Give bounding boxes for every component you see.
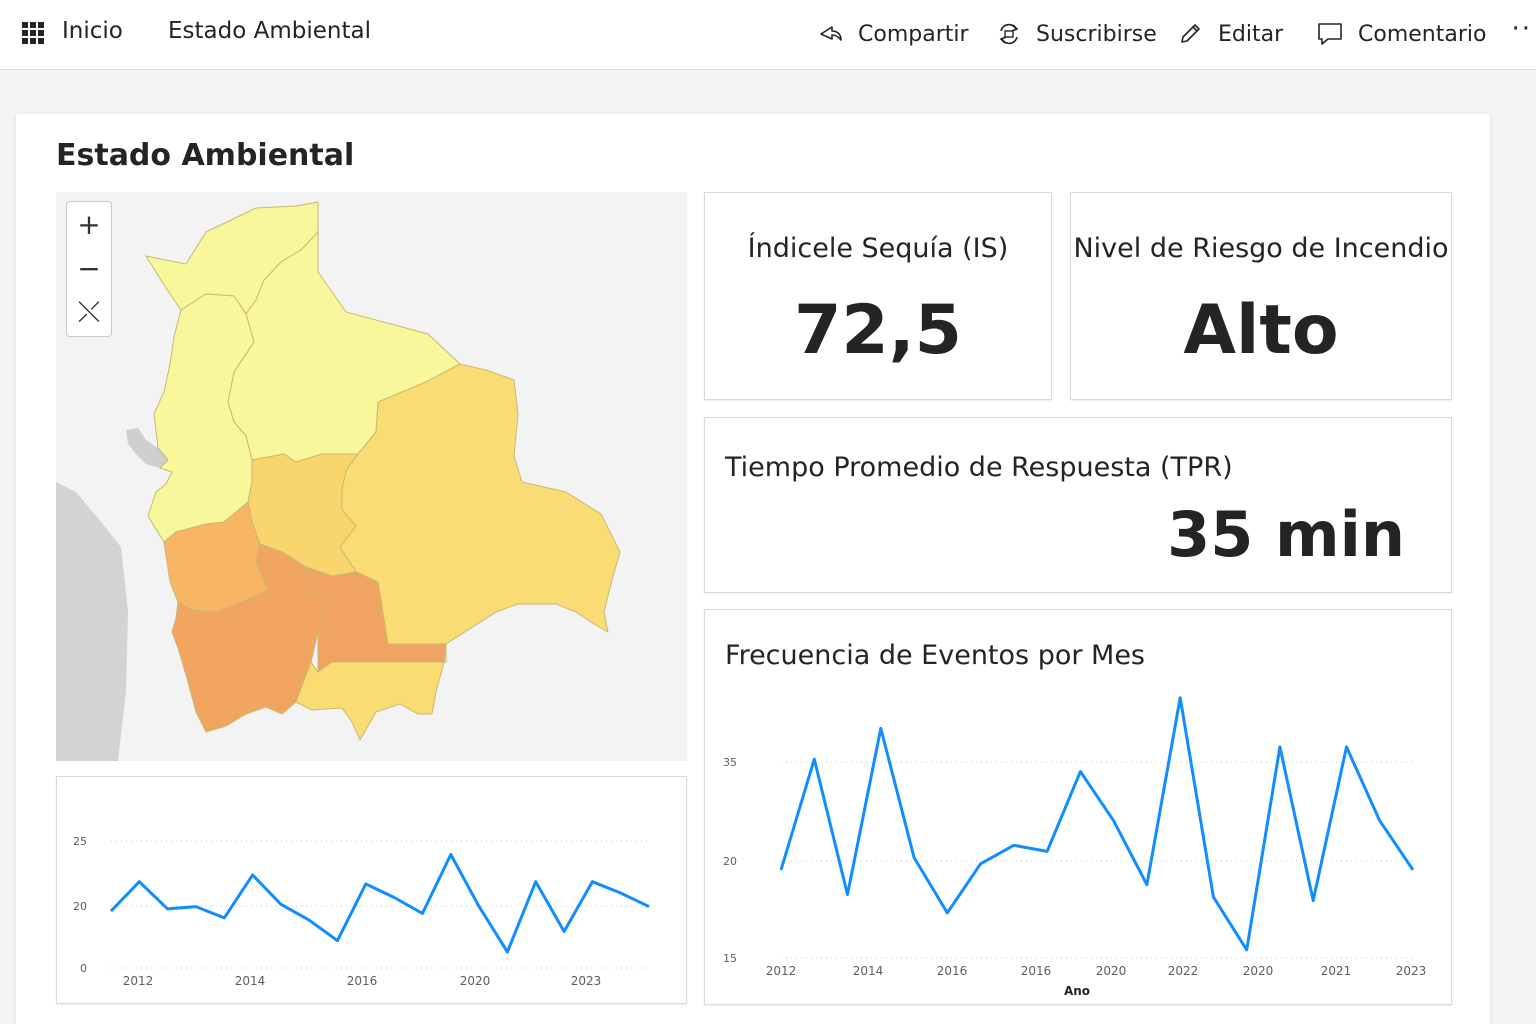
frecuencia-chart-x-tick-label: 2023 <box>1396 964 1427 978</box>
subscribe-label: Suscribirse <box>1036 21 1157 47</box>
frecuencia-chart-y-tick-label: 15 <box>723 952 737 965</box>
small-chart-x-tick-label: 2014 <box>235 974 266 988</box>
map-svg <box>56 201 621 761</box>
small-chart-y-tick-label: 25 <box>73 835 87 848</box>
frecuencia-chart-x-tick-label: 2012 <box>766 964 797 978</box>
frecuencia-chart-series-line[interactable] <box>779 696 1415 952</box>
edit-label: Editar <box>1218 21 1284 47</box>
comment-button[interactable]: Comentario <box>1316 16 1486 52</box>
kpi-tpr-title: Tiempo Promedio de Respuesta (TPR) <box>725 452 1233 483</box>
frecuencia-chart-x-tick-label: 2020 <box>1096 964 1127 978</box>
small-chart-x-tick-label: 2012 <box>123 974 154 988</box>
breadcrumb-home[interactable]: Inicio <box>62 18 123 44</box>
app-launcher-icon[interactable] <box>22 22 44 44</box>
comment-icon <box>1318 23 1342 45</box>
small-line-chart-svg: 25 20 0 2012 2014 2016 2020 2023 <box>73 835 650 988</box>
subscribe-icon <box>999 23 1019 45</box>
small-chart-x-tick-label: 2016 <box>347 974 378 988</box>
subscribe-button[interactable]: Suscribirse <box>996 16 1157 52</box>
small-chart-y-tick-label: 0 <box>80 962 87 975</box>
small-line-chart[interactable]: 25 20 0 2012 2014 2016 2020 2023 <box>56 776 687 1004</box>
page-title: Estado Ambiental <box>56 138 355 173</box>
map-zoom-controls: + − ⤬ <box>66 201 112 337</box>
small-chart-y-tick-label: 20 <box>73 900 87 913</box>
frecuencia-chart-x-tick-label: 2016 <box>937 964 968 978</box>
frecuencia-chart-x-axis-title: Ano <box>1064 984 1090 998</box>
zoom-in-button[interactable]: + <box>67 202 111 246</box>
small-chart-series-line[interactable] <box>109 853 650 954</box>
share-button[interactable]: Compartir <box>818 16 969 52</box>
frecuencia-chart-x-tick-label: 2016 <box>1021 964 1052 978</box>
small-chart-x-tick-label: 2020 <box>460 974 491 988</box>
kpi-riesgo-card[interactable]: Nivel de Riesgo de Incendio Alto <box>1070 192 1452 400</box>
small-chart-x-tick-label: 2023 <box>571 974 602 988</box>
region-santa-cruz[interactable] <box>339 363 621 645</box>
kpi-sequia-value: 72,5 <box>794 291 962 370</box>
map-visual[interactable]: + − ⤬ <box>56 192 687 761</box>
frecuencia-chart-svg: 35 20 15 2012 2014 2016 2016 2020 2022 2020 2021 20… <box>723 696 1427 998</box>
share-icon <box>820 26 842 41</box>
more-options-icon[interactable]: ·· <box>1511 14 1532 44</box>
zoom-out-button[interactable]: − <box>67 246 111 290</box>
kpi-tpr-value: 35 min <box>1167 498 1405 571</box>
comment-label: Comentario <box>1358 21 1487 47</box>
frecuencia-chart-x-tick-label: 2022 <box>1168 964 1199 978</box>
kpi-riesgo-value: Alto <box>1183 291 1339 370</box>
reset-view-button[interactable]: ⤬ <box>67 290 111 334</box>
kpi-sequia-title: Índicele Sequía (IS) <box>747 233 1009 264</box>
breadcrumb-report[interactable]: Estado Ambiental <box>168 18 371 44</box>
frecuencia-chart-y-tick-label: 20 <box>723 855 737 868</box>
frecuencia-chart-y-tick-label: 35 <box>723 756 737 769</box>
pencil-icon <box>1181 24 1200 43</box>
frecuencia-chart-x-tick-label: 2020 <box>1243 964 1274 978</box>
report-canvas: Estado Ambiental + − ⤬ Índicele Sequía (… <box>16 114 1490 1024</box>
top-bar: Inicio Estado Ambiental Compartir Suscri… <box>0 0 1536 70</box>
kpi-riesgo-title: Nivel de Riesgo de Incendio <box>1073 233 1449 264</box>
share-label: Compartir <box>858 21 969 47</box>
frecuencia-chart-x-tick-label: 2021 <box>1321 964 1352 978</box>
neighbor-land-west <box>56 482 128 761</box>
edit-button[interactable]: Editar <box>1178 16 1283 52</box>
kpi-sequia-card[interactable]: Índicele Sequía (IS) 72,5 <box>704 192 1052 400</box>
frecuencia-chart-x-tick-label: 2014 <box>853 964 884 978</box>
frecuencia-chart[interactable]: Frecuencia de Eventos por Mes 35 20 15 2012… <box>704 609 1452 1005</box>
kpi-tpr-card[interactable]: Tiempo Promedio de Respuesta (TPR) 35 mi… <box>704 417 1452 593</box>
